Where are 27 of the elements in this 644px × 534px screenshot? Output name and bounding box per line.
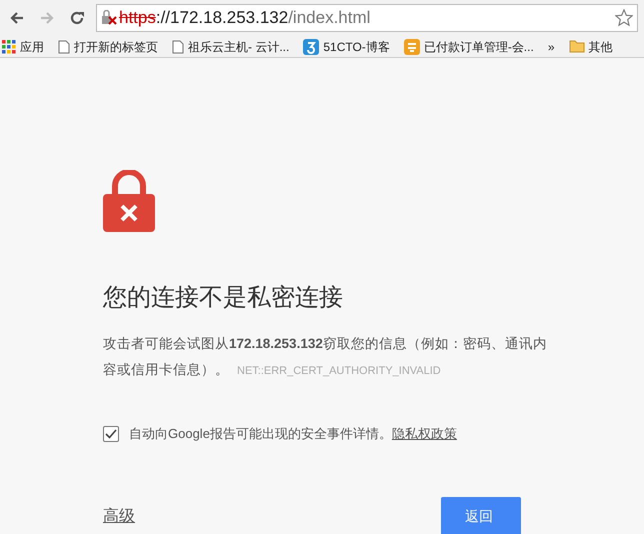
reload-icon[interactable] [69, 10, 85, 26]
lock-icon [103, 170, 155, 232]
privacy-policy-link[interactable]: 隐私权政策 [392, 424, 457, 444]
advanced-link[interactable]: 高级 [103, 504, 135, 529]
site-icon [404, 38, 420, 54]
page-icon [58, 40, 70, 54]
report-label: 自动向Google报告可能出现的安全事件详情。 [129, 424, 392, 443]
warning-message: 攻击者可能会试图从172.18.253.132窃取您的信息（例如：密码、通讯内容或信用卡信息）。 NET::ERR_CERT_AUTHORITY_INVALID [103, 334, 548, 379]
back-to-safety-button[interactable]: 返回 [441, 497, 521, 534]
back-icon[interactable] [9, 10, 25, 26]
folder-icon [568, 40, 584, 53]
bookmark-item[interactable]: 51CTO-博客 [303, 38, 390, 56]
bookmark-folder[interactable]: 其他 [568, 38, 612, 56]
error-code: NET::ERR_CERT_AUTHORITY_INVALID [237, 364, 441, 377]
star-icon[interactable] [615, 9, 633, 27]
bookmark-item[interactable]: 打开新的标签页 [58, 38, 158, 56]
page-icon [172, 40, 184, 54]
bookmark-item[interactable]: 已付款订单管理-会... [404, 38, 534, 56]
url-text: https://172.18.253.132/index.html [119, 7, 370, 30]
more-bookmarks-button[interactable]: » [548, 38, 554, 56]
apps-shortcut[interactable]: 应用 [2, 38, 44, 56]
address-bar[interactable]: https://172.18.253.132/index.html [96, 4, 638, 32]
report-checkbox[interactable] [103, 426, 119, 442]
site-icon [303, 38, 320, 54]
apps-icon [2, 40, 16, 54]
page-heading: 您的连接不是私密连接 [103, 284, 344, 313]
bookmark-item[interactable]: 祖乐云主机- 云计... [172, 38, 290, 56]
